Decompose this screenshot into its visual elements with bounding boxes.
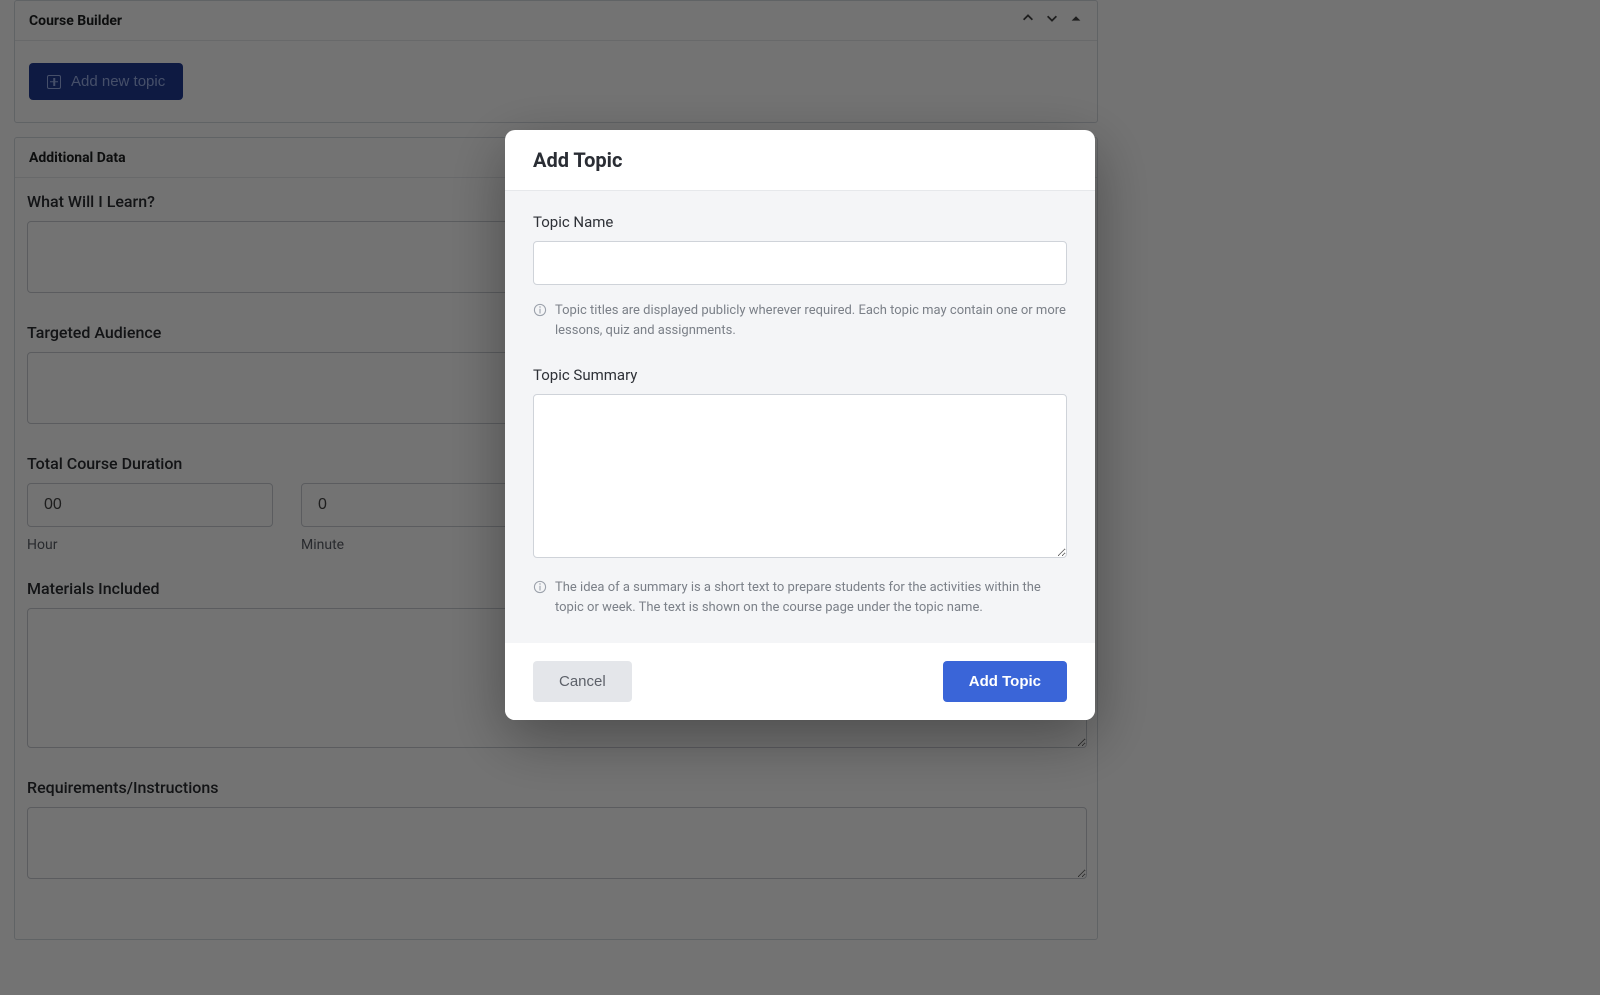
topic-summary-label: Topic Summary	[533, 366, 1067, 384]
info-icon	[533, 580, 547, 594]
topic-summary-help: The idea of a summary is a short text to…	[555, 578, 1067, 617]
add-topic-modal: Add Topic Topic Name Topic titles are di…	[505, 130, 1095, 720]
topic-name-input[interactable]	[533, 241, 1067, 285]
topic-name-help: Topic titles are displayed publicly wher…	[555, 301, 1067, 340]
topic-name-label: Topic Name	[533, 213, 1067, 231]
add-topic-button[interactable]: Add Topic	[943, 661, 1067, 702]
cancel-button[interactable]: Cancel	[533, 661, 632, 702]
topic-summary-textarea[interactable]	[533, 394, 1067, 558]
modal-title: Add Topic	[533, 148, 1067, 172]
info-icon	[533, 303, 547, 317]
modal-overlay[interactable]: Add Topic Topic Name Topic titles are di…	[0, 0, 1600, 995]
